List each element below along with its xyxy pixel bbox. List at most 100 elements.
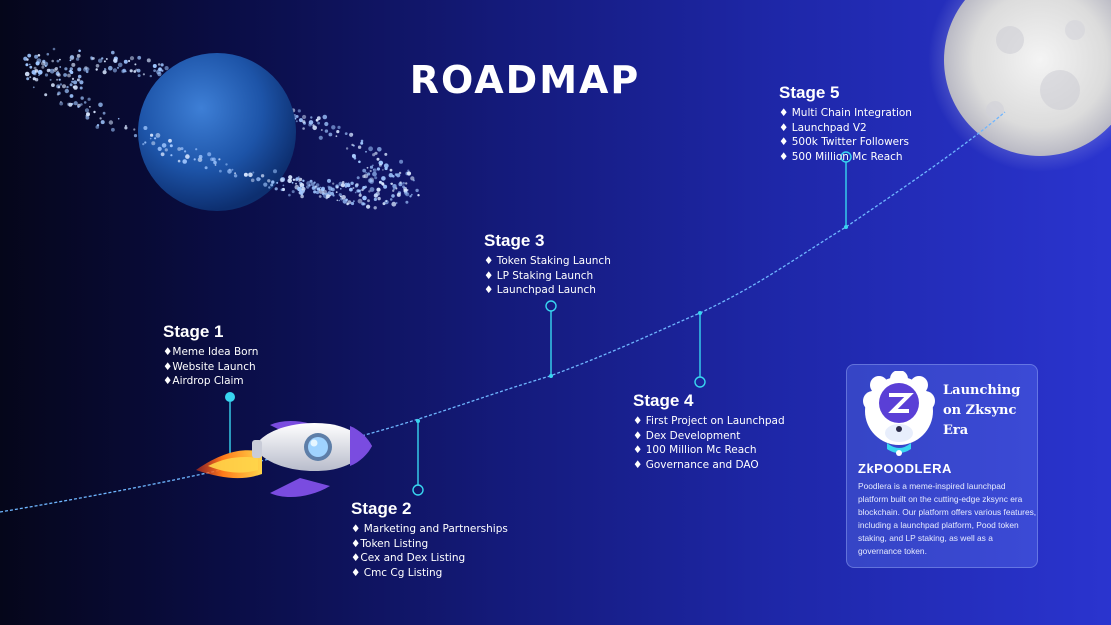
launching-text: Launching on Zksync Era <box>943 383 1021 438</box>
ring-particle <box>378 163 382 167</box>
ring-particle <box>276 181 279 184</box>
ring-particle <box>75 57 80 61</box>
ring-particle <box>69 83 73 87</box>
ring-particle <box>77 67 82 72</box>
ring-particle <box>161 69 164 72</box>
ring-particle <box>354 184 359 188</box>
ring-particle <box>225 163 228 166</box>
ring-particle <box>111 50 115 55</box>
ring-particle <box>302 114 307 120</box>
ring-particle <box>69 67 74 71</box>
roadmap-scene: ROADMAP Stage 1 ♦Meme Idea Born ♦Website… <box>0 0 1111 625</box>
ring-particle <box>95 64 100 68</box>
ring-particle <box>85 115 90 120</box>
ring-particle <box>279 178 284 183</box>
ring-particle <box>112 68 117 73</box>
ring-particle <box>69 70 74 75</box>
ring-particle <box>300 194 304 199</box>
ring-particle <box>59 83 63 86</box>
ring-particle <box>137 55 142 60</box>
ring-particle <box>384 152 388 156</box>
ring-particle <box>319 186 322 189</box>
stage-2-item: ♦Cex and Dex Listing <box>351 552 466 565</box>
stage-4-item: ♦ First Project on Launchpad <box>633 415 785 427</box>
ring-particle <box>410 176 415 181</box>
ring-particle <box>358 160 361 164</box>
ring-particle <box>315 183 320 187</box>
ring-particle <box>341 181 345 184</box>
ring-particle <box>76 54 81 58</box>
ring-particle <box>44 65 47 67</box>
ring-particle <box>71 62 76 67</box>
ring-particle <box>63 73 67 77</box>
ring-particle <box>207 152 212 157</box>
stage-1-item: ♦Meme Idea Born <box>163 346 259 358</box>
stage-4: Stage 4 ♦ First Project on Launchpad ♦ D… <box>633 391 785 472</box>
ring-particle <box>402 181 405 185</box>
ring-particle <box>98 58 103 63</box>
ring-particle <box>382 169 384 171</box>
stage-1-connector <box>225 392 235 456</box>
ring-particle <box>185 154 190 159</box>
project-info-card: Launching on Zksync Era ZkPOODLERA Poodl… <box>846 364 1038 568</box>
ring-particle <box>384 166 388 171</box>
ring-particle <box>146 58 151 63</box>
ring-particle <box>344 132 348 136</box>
ring-particle <box>409 195 412 198</box>
stage-4-item: ♦ Dex Development <box>633 429 741 442</box>
ring-particle <box>64 67 68 71</box>
ring-particle <box>149 74 152 78</box>
ring-particle <box>339 195 342 198</box>
ring-particle <box>318 135 323 140</box>
ring-particle <box>369 165 374 169</box>
ring-particle <box>312 124 315 127</box>
ring-particle <box>399 181 402 184</box>
ring-particle <box>330 191 335 196</box>
ring-particle <box>80 103 83 106</box>
ring-particle <box>399 159 404 164</box>
ring-particle <box>58 78 61 81</box>
ring-particle <box>123 59 128 64</box>
ring-particle <box>280 188 284 192</box>
ring-particle <box>415 188 419 193</box>
ring-particle <box>282 184 285 187</box>
ring-particle <box>46 52 50 56</box>
ring-particle <box>347 200 352 205</box>
stage-5-item: ♦ 500 Million Mc Reach <box>779 150 903 163</box>
ring-particle <box>89 106 91 108</box>
ring-particle <box>69 94 74 98</box>
ring-particle <box>157 63 161 66</box>
ring-particle <box>287 178 293 184</box>
ring-particle <box>340 183 345 188</box>
ring-particle <box>335 135 338 138</box>
ring-particle <box>143 126 148 130</box>
ring-particle <box>37 69 43 75</box>
ring-particle <box>227 169 232 174</box>
ring-particle <box>218 158 221 161</box>
ring-particle <box>125 124 127 127</box>
stage-5-item: ♦ Multi Chain Integration <box>779 107 912 119</box>
ring-particle <box>68 102 73 107</box>
ring-particle <box>152 64 157 68</box>
ring-particle <box>389 168 393 172</box>
stage-4-connector <box>694 311 706 388</box>
ring-particle <box>25 63 29 67</box>
ring-particle <box>396 173 401 178</box>
ring-particle <box>252 171 255 174</box>
ring-particle <box>168 138 172 143</box>
ring-particle <box>361 202 365 206</box>
ring-particle <box>95 68 98 71</box>
ring-particle <box>51 59 54 63</box>
ring-particle <box>133 128 136 131</box>
ring-particle <box>231 168 234 171</box>
ring-particle <box>358 193 362 197</box>
stage-4-item: ♦ Governance and DAO <box>633 458 759 471</box>
ring-particle <box>198 154 203 159</box>
ring-particle <box>117 117 120 120</box>
ring-particle <box>336 130 340 134</box>
ring-particle <box>365 150 367 153</box>
ring-particle <box>376 167 380 171</box>
ring-particle <box>182 159 187 164</box>
ring-particle <box>219 169 222 173</box>
ring-particle <box>263 182 268 187</box>
